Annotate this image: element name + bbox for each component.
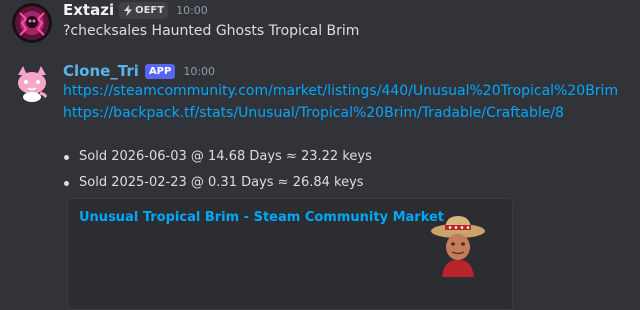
- bullet: [64, 181, 69, 186]
- username-clone-tri[interactable]: Clone_Tri: [63, 62, 139, 80]
- avatar-clone-tri[interactable]: [12, 63, 52, 103]
- username-extazi[interactable]: Extazi: [63, 1, 114, 19]
- avatar-extazi-image-icon: [12, 3, 52, 43]
- timestamp[interactable]: 10:00: [183, 65, 215, 78]
- links-block: https://steamcommunity.com/market/listin…: [63, 80, 618, 124]
- server-tag-label: OEFT: [135, 4, 165, 16]
- pink-cat-avatar-icon: [12, 63, 52, 103]
- list-item: Sold 2025-02-23 @ 0.31 Days ≈ 26.84 keys: [63, 170, 372, 196]
- tropical-brim-hat-icon[interactable]: [428, 213, 488, 277]
- sale-text: Sold 2026-06-03 @ 14.68 Days ≈ 23.22 key…: [79, 149, 372, 164]
- link-embed: Unusual Tropical Brim - Steam Community …: [67, 198, 513, 310]
- embed-title-link[interactable]: Unusual Tropical Brim - Steam Community …: [79, 210, 444, 225]
- steam-market-link[interactable]: https://steamcommunity.com/market/listin…: [63, 80, 618, 102]
- app-badge: APP: [144, 63, 176, 79]
- message-text: ?checksales Haunted Ghosts Tropical Brim: [63, 23, 360, 39]
- list-item: Sold 2026-06-03 @ 14.68 Days ≈ 23.22 key…: [63, 144, 372, 170]
- timestamp[interactable]: 10:00: [176, 4, 208, 17]
- server-tag[interactable]: OEFT: [119, 1, 169, 19]
- sale-text: Sold 2025-02-23 @ 0.31 Days ≈ 26.84 keys: [79, 175, 364, 190]
- bullet: [64, 155, 69, 160]
- backpack-tf-link[interactable]: https://backpack.tf/stats/Unusual/Tropic…: [63, 102, 618, 124]
- avatar-extazi[interactable]: [12, 3, 52, 43]
- lightning-icon: [124, 4, 133, 16]
- sales-list: Sold 2026-06-03 @ 14.68 Days ≈ 23.22 key…: [63, 144, 372, 196]
